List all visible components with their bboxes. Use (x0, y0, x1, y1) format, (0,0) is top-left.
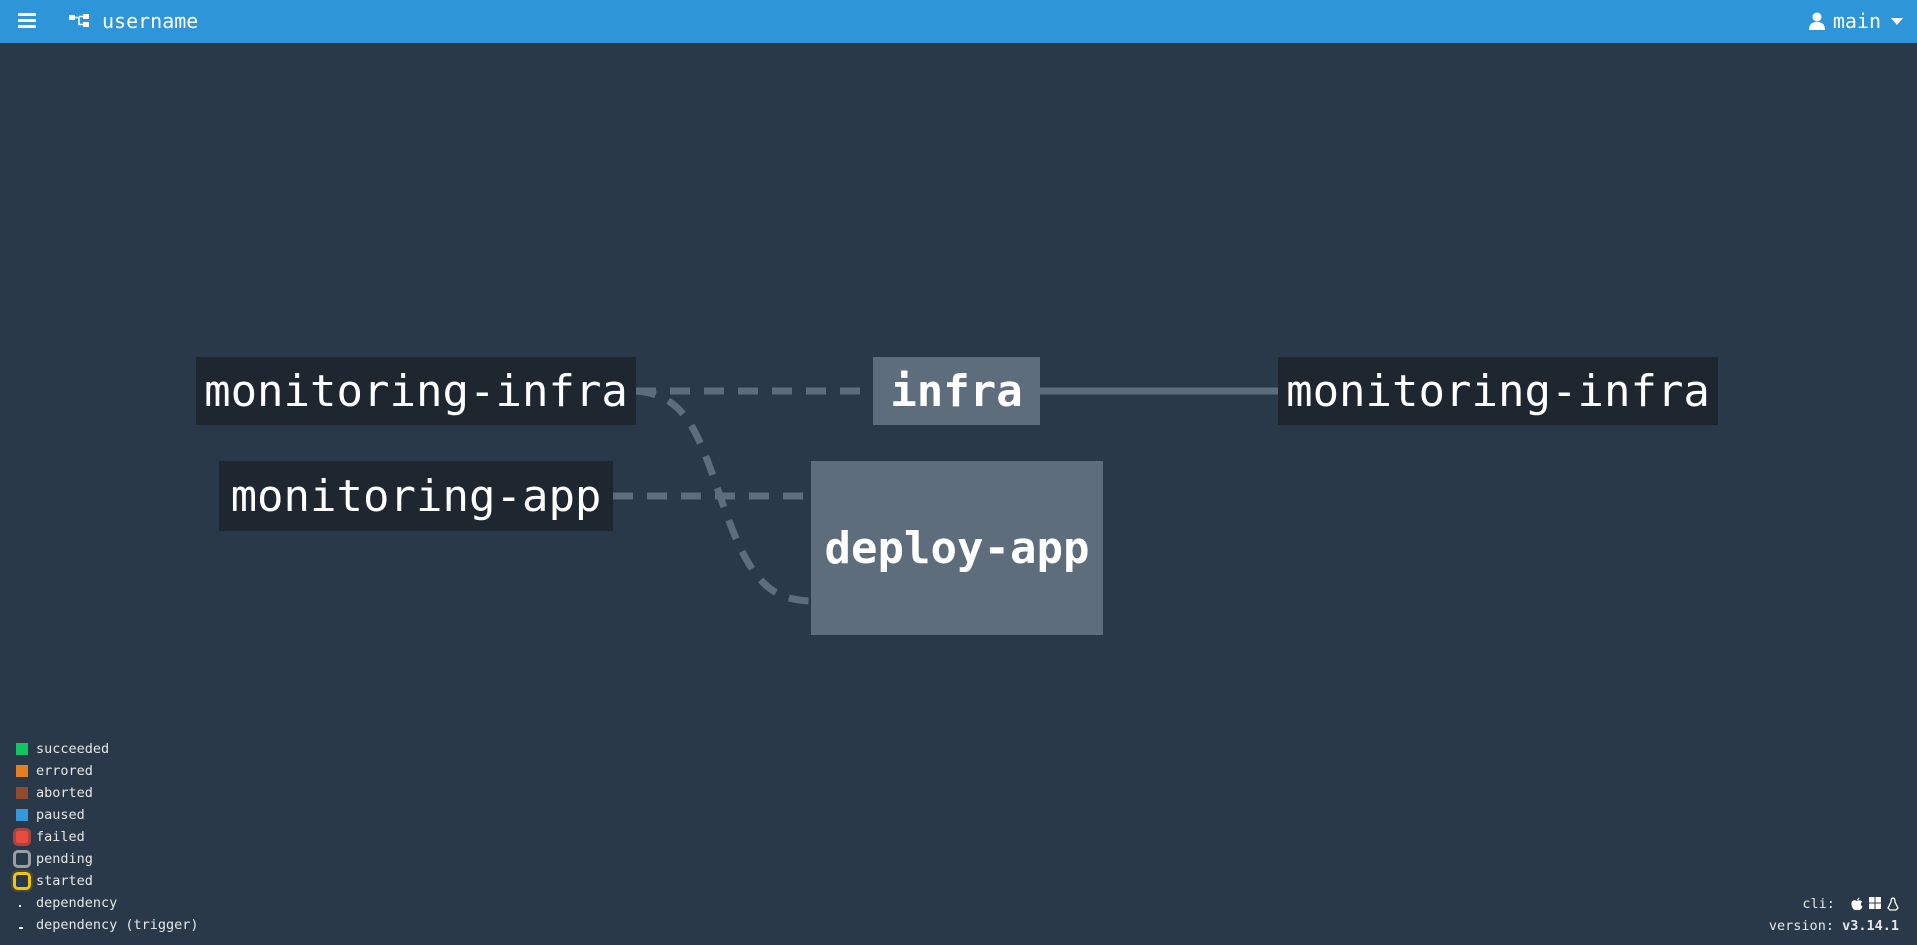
legend-errored: errored (14, 760, 199, 782)
cli-downloads: cli: (1769, 893, 1899, 915)
node-label: infra (890, 365, 1023, 417)
pending-swatch (13, 850, 31, 868)
input-monitoring-app[interactable]: monitoring-app (219, 461, 613, 531)
node-label: monitoring-infra (1286, 365, 1710, 417)
job-infra[interactable]: infra (873, 357, 1040, 425)
legend: succeeded errored aborted paused failed … (13, 738, 199, 936)
legend-dependency: dependency (14, 892, 199, 914)
legend-dependency-trigger: dependency (trigger) (14, 914, 199, 936)
footer: cli: version: v3.14.1 (1769, 893, 1899, 937)
paused-swatch (16, 809, 28, 821)
legend-aborted: aborted (14, 782, 199, 804)
input-monitoring-infra[interactable]: monitoring-infra (196, 357, 636, 425)
node-label: deploy-app (824, 522, 1090, 574)
started-swatch (13, 872, 31, 890)
legend-paused: paused (14, 804, 199, 826)
legend-succeeded: succeeded (14, 738, 199, 760)
version-info: version: v3.14.1 (1768, 918, 1899, 934)
failed-swatch (13, 828, 31, 846)
linux-icon[interactable] (1887, 897, 1899, 911)
dependency-trigger-swatch (16, 919, 28, 931)
succeeded-swatch (16, 743, 28, 755)
node-label: monitoring-app (230, 470, 602, 522)
apple-icon[interactable] (1851, 897, 1863, 911)
windows-icon[interactable] (1869, 897, 1881, 909)
legend-started: started (13, 870, 199, 892)
dependency-swatch (16, 897, 28, 909)
output-monitoring-infra[interactable]: monitoring-infra (1278, 357, 1718, 425)
legend-pending: pending (13, 848, 199, 870)
legend-failed: failed (13, 826, 199, 848)
aborted-swatch (16, 787, 28, 799)
errored-swatch (16, 765, 28, 777)
job-deploy-app[interactable]: deploy-app (811, 461, 1103, 635)
node-label: monitoring-infra (204, 365, 628, 417)
